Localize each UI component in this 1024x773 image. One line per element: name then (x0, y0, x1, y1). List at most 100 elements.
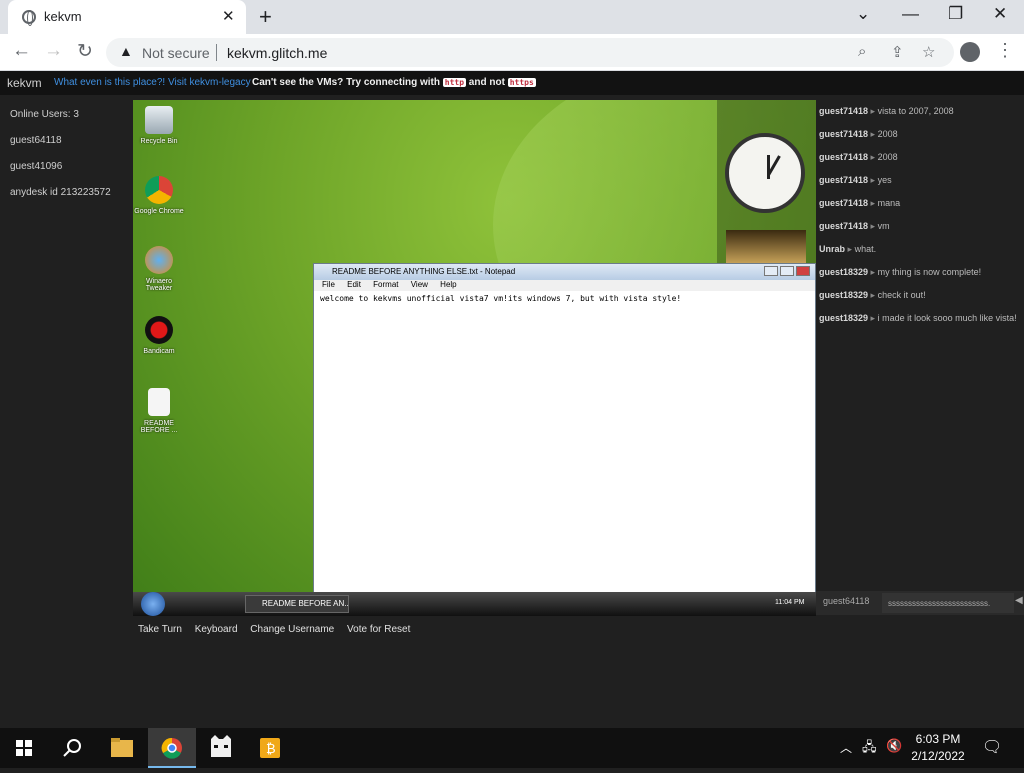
chat-message: guest71418 ▸ vista to 2007, 2008 (819, 106, 954, 116)
menu-edit[interactable]: Edit (347, 280, 361, 289)
bandicam-icon (145, 316, 173, 344)
chat-text: yes (877, 175, 892, 185)
close-tab-icon[interactable]: ✕ (222, 7, 235, 25)
bitcoin-app-button[interactable]: ₿ (246, 728, 294, 768)
reload-button[interactable]: ↻ (77, 40, 93, 63)
notepad-title: README BEFORE ANYTHING ELSE.txt - Notepa… (332, 267, 516, 276)
globe-icon (22, 10, 36, 26)
network-icon[interactable]: 🖧 (862, 738, 877, 760)
notepad-minimize-button[interactable] (764, 266, 778, 276)
minimize-button[interactable]: — (902, 4, 919, 24)
change-username-button[interactable]: Change Username (250, 624, 334, 635)
menu-help[interactable]: Help (440, 280, 456, 289)
taskbar-task-notepad[interactable]: README BEFORE AN... (245, 595, 349, 613)
desktop-icon-label: Recycle Bin (140, 138, 178, 145)
desktop-icon-label: Google Chrome (134, 208, 184, 215)
vm-actions: Take Turn Keyboard Change Username Vote … (138, 624, 420, 635)
tray-chevron-icon[interactable]: ︿ (840, 739, 852, 756)
online-count: Online Users: 3 (10, 109, 79, 120)
slideshow-gadget[interactable] (726, 230, 806, 264)
browser-toolbar: ← → ↻ ▲ Not secure kekvm.glitch.me ⌕ ⇪ ☆… (0, 34, 1024, 71)
send-icon[interactable]: ◀ (1015, 595, 1023, 606)
tab-title: kekvm (44, 9, 82, 24)
chat-text: vista to 2007, 2008 (877, 106, 954, 116)
notice-text: Can't see the VMs? Try connecting with (252, 77, 440, 88)
menu-icon[interactable]: ⋮ (996, 40, 1014, 61)
chat-username: guest71418 (819, 152, 869, 162)
desktop-icon-label: README BEFORE ... (140, 420, 178, 434)
security-label[interactable]: Not secure (142, 45, 210, 61)
desktop-icon-winaero[interactable]: Winaero Tweaker (134, 246, 184, 292)
notepad-text-area[interactable]: welcome to kekvms unofficial vista7 vm!i… (314, 291, 815, 306)
browser-tab[interactable]: kekvm ✕ (8, 0, 246, 34)
chat-text: i made it look sooo much like vista! (877, 313, 1017, 323)
take-turn-button[interactable]: Take Turn (138, 624, 182, 635)
windows-start-button[interactable] (0, 728, 48, 768)
menu-view[interactable]: View (411, 280, 428, 289)
chat-message: guest18329 ▸ my thing is now complete! (819, 267, 982, 277)
address-bar[interactable]: ▲ Not secure kekvm.glitch.me ⌕ ⇪ ☆ (106, 38, 954, 67)
restore-button[interactable]: ❐ (948, 4, 963, 24)
windows-logo-icon (16, 740, 32, 756)
about-link[interactable]: What even is this place?! (54, 77, 165, 88)
vote-reset-button[interactable]: Vote for Reset (347, 624, 410, 635)
desktop-icon-bandicam[interactable]: Bandicam (134, 316, 184, 355)
notepad-window[interactable]: README BEFORE ANYTHING ELSE.txt - Notepa… (313, 263, 816, 593)
tab-search-icon[interactable]: ⌄ (856, 4, 870, 24)
divider (216, 44, 217, 61)
menu-format[interactable]: Format (373, 280, 398, 289)
chat-own-username[interactable]: guest64118 (823, 596, 869, 606)
file-explorer-button[interactable] (98, 728, 146, 768)
profile-avatar[interactable] (960, 42, 980, 62)
system-clock[interactable]: 6:03 PM 2/12/2022 (900, 731, 976, 765)
vm-clock[interactable]: 11:04 PM (775, 599, 804, 606)
recycle-bin-icon (145, 106, 173, 134)
chat-username: guest18329 (819, 313, 869, 323)
search-button[interactable] (48, 728, 96, 768)
clock-gadget[interactable] (725, 133, 805, 213)
notepad-close-button[interactable] (796, 266, 810, 276)
notepad-menubar: File Edit Format View Help (314, 280, 815, 291)
chat-message: Unrab ▸ what. (819, 244, 877, 254)
desktop-icon-chrome[interactable]: Google Chrome (134, 176, 184, 215)
chat-message: guest18329 ▸ check it out! (819, 290, 926, 300)
chat-message: guest18329 ▸ i made it look sooo much li… (819, 313, 1017, 323)
back-button[interactable]: ← (12, 40, 31, 62)
forward-button[interactable]: → (44, 40, 63, 62)
desktop-icon-label: Bandicam (143, 348, 175, 355)
menu-file[interactable]: File (322, 280, 335, 289)
chat-message: guest71418 ▸ yes (819, 175, 892, 185)
new-tab-button[interactable]: + (259, 4, 272, 30)
notepad-titlebar[interactable]: README BEFORE ANYTHING ELSE.txt - Notepa… (314, 264, 815, 280)
chat-username: guest18329 (819, 267, 869, 277)
folder-icon (111, 738, 133, 757)
desktop-icon-recycle-bin[interactable]: Recycle Bin (134, 106, 184, 145)
share-icon[interactable]: ⇪ (891, 43, 904, 61)
keyboard-button[interactable]: Keyboard (195, 624, 238, 635)
chat-text: 2008 (877, 152, 898, 162)
chrome-icon (161, 737, 182, 759)
desktop-icon-readme[interactable]: README BEFORE ... (134, 388, 184, 434)
close-window-button[interactable]: ✕ (993, 4, 1007, 24)
notification-icon[interactable]: 🗨 (982, 737, 1002, 757)
chat-input[interactable] (882, 593, 1014, 613)
warning-icon[interactable]: ▲ (119, 43, 133, 59)
app-taskbar-button[interactable] (197, 728, 245, 768)
chat-text: vm (877, 221, 890, 231)
url-text[interactable]: kekvm.glitch.me (227, 45, 327, 61)
user-list-item[interactable]: guest41096 (10, 161, 111, 187)
chat-input-bar: guest64118 ◀ (816, 591, 1024, 615)
user-list-item[interactable]: anydesk id 213223572 (10, 187, 111, 213)
start-orb-icon[interactable] (141, 592, 165, 616)
chat-username: guest71418 (819, 198, 869, 208)
bookmark-star-icon[interactable]: ☆ (922, 43, 935, 61)
legacy-link[interactable]: Visit kekvm-legacy (168, 77, 251, 88)
user-list-item[interactable]: guest64118 (10, 135, 111, 161)
chat-message: guest71418 ▸ 2008 (819, 152, 898, 162)
notepad-maximize-button[interactable] (780, 266, 794, 276)
zoom-icon[interactable]: ⌕ (858, 43, 866, 60)
site-brand[interactable]: kekvm (7, 76, 42, 90)
vm-screen[interactable]: Recycle Bin Google Chrome Winaero Tweake… (133, 100, 816, 616)
chrome-taskbar-button[interactable] (148, 728, 196, 768)
chat-text: 2008 (877, 129, 898, 139)
